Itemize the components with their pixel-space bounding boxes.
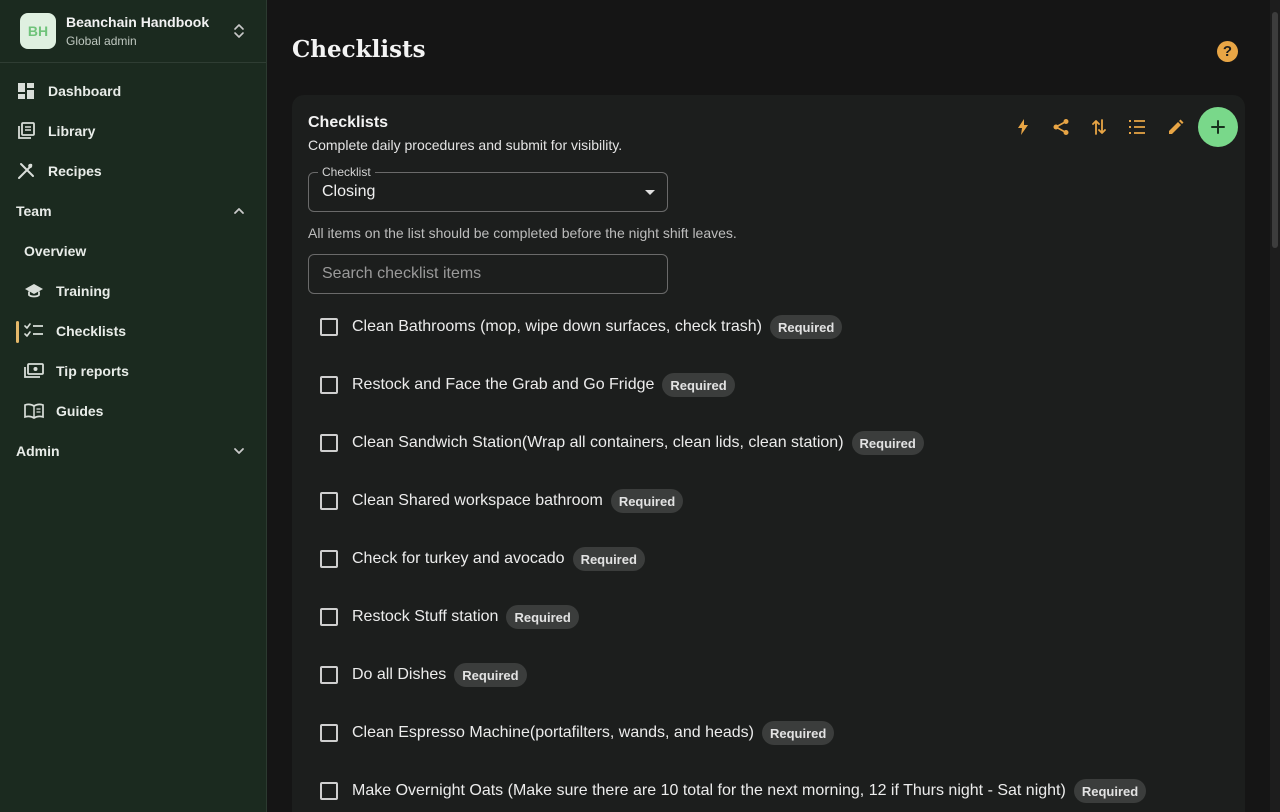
checklist-select[interactable]: Checklist Closing bbox=[308, 165, 668, 212]
org-avatar: BH bbox=[20, 13, 56, 49]
org-info: Beanchain Handbook Global admin bbox=[66, 13, 232, 49]
item-label: Check for turkey and avocado bbox=[352, 550, 565, 567]
list-item: Check for turkey and avocado Required bbox=[308, 530, 1229, 588]
sidebar-item-tip-reports[interactable]: Tip reports bbox=[0, 351, 266, 391]
list-icon[interactable] bbox=[1118, 107, 1156, 147]
chevron-up-icon bbox=[234, 208, 244, 214]
required-badge: Required bbox=[1073, 779, 1147, 803]
required-badge: Required bbox=[454, 663, 527, 687]
sidebar-item-library[interactable]: Library bbox=[0, 111, 266, 151]
item-label: Clean Bathrooms (mop, wipe down surfaces… bbox=[352, 318, 762, 335]
sidebar-item-label: Library bbox=[48, 123, 96, 139]
list-item: Make Overnight Oats (Make sure there are… bbox=[308, 762, 1229, 812]
sidebar-item-checklists[interactable]: Checklists bbox=[0, 311, 266, 351]
item-checkbox[interactable] bbox=[320, 376, 338, 394]
card-subtitle: Complete daily procedures and submit for… bbox=[308, 137, 623, 153]
search-input[interactable] bbox=[308, 254, 668, 294]
item-checkbox[interactable] bbox=[320, 608, 338, 626]
edit-icon[interactable] bbox=[1156, 107, 1194, 147]
card-toolbar bbox=[1004, 107, 1238, 147]
sort-icon[interactable] bbox=[1080, 107, 1118, 147]
sidebar-item-label: Tip reports bbox=[56, 363, 129, 379]
item-label: Clean Sandwich Station(Wrap all containe… bbox=[352, 434, 844, 451]
sidebar-item-label: Training bbox=[56, 283, 111, 299]
library-icon bbox=[16, 121, 36, 141]
sidebar-item-dashboard[interactable]: Dashboard bbox=[0, 71, 266, 111]
item-checkbox[interactable] bbox=[320, 782, 338, 800]
item-label: Clean Shared workspace bathroom bbox=[352, 492, 603, 509]
checklist-select-value: Closing bbox=[322, 183, 376, 200]
sidebar-item-label: Overview bbox=[24, 243, 87, 259]
card-title: Checklists bbox=[308, 114, 389, 131]
sidebar-item-recipes[interactable]: Recipes bbox=[0, 151, 266, 191]
checklist-icon bbox=[24, 321, 44, 341]
item-label: Restock and Face the Grab and Go Fridge bbox=[352, 376, 655, 393]
bolt-icon[interactable] bbox=[1004, 107, 1042, 147]
item-checkbox[interactable] bbox=[320, 724, 338, 742]
item-label: Restock Stuff station bbox=[352, 608, 499, 625]
list-item: Restock Stuff station Required bbox=[308, 588, 1229, 646]
required-badge: Required bbox=[761, 721, 835, 745]
sidebar-section-admin[interactable]: Admin bbox=[0, 431, 266, 471]
checklist-select-label: Checklist bbox=[318, 165, 375, 179]
checklist-description: All items on the list should be complete… bbox=[308, 225, 737, 241]
item-label: Make Overnight Oats (Make sure there are… bbox=[352, 782, 1066, 799]
checklist-items: Clean Bathrooms (mop, wipe down surfaces… bbox=[308, 298, 1229, 812]
sidebar-item-guides[interactable]: Guides bbox=[0, 391, 266, 431]
sidebar-item-label: Checklists bbox=[56, 323, 127, 339]
item-checkbox[interactable] bbox=[320, 492, 338, 510]
required-badge: Required bbox=[769, 315, 843, 339]
utensils-icon bbox=[16, 161, 36, 181]
book-icon bbox=[24, 401, 44, 421]
main-content: Checklists ? Checklists Complete daily p… bbox=[268, 0, 1280, 812]
required-badge: Required bbox=[506, 605, 579, 629]
sidebar-item-label: Recipes bbox=[48, 163, 102, 179]
add-checklist-button[interactable] bbox=[1198, 107, 1238, 147]
item-checkbox[interactable] bbox=[320, 434, 338, 452]
checklist-card: Checklists Complete daily procedures and… bbox=[292, 95, 1245, 812]
unfold-icon[interactable] bbox=[232, 21, 246, 41]
list-item: Restock and Face the Grab and Go Fridge … bbox=[308, 356, 1229, 414]
list-item: Clean Shared workspace bathroom Required bbox=[308, 472, 1229, 530]
sidebar-section-team[interactable]: Team bbox=[0, 191, 266, 231]
required-badge: Required bbox=[610, 489, 684, 513]
page-title: Checklists bbox=[292, 36, 426, 63]
dashboard-icon bbox=[16, 81, 36, 101]
list-item: Clean Sandwich Station(Wrap all containe… bbox=[308, 414, 1229, 472]
org-switcher[interactable]: BH Beanchain Handbook Global admin bbox=[0, 0, 266, 63]
item-label: Do all Dishes bbox=[352, 666, 447, 683]
share-icon[interactable] bbox=[1042, 107, 1080, 147]
item-checkbox[interactable] bbox=[320, 666, 338, 684]
scrollbar-thumb[interactable] bbox=[1272, 12, 1278, 248]
caret-down-icon bbox=[645, 190, 655, 195]
page-scrollbar[interactable] bbox=[1270, 0, 1280, 812]
sidebar-item-label: Guides bbox=[56, 403, 104, 419]
money-icon bbox=[24, 361, 44, 381]
list-item: Clean Espresso Machine(portafilters, wan… bbox=[308, 704, 1229, 762]
add-icon bbox=[1211, 120, 1225, 134]
sidebar-item-training[interactable]: Training bbox=[0, 271, 266, 311]
sidebar: BH Beanchain Handbook Global admin Dashb… bbox=[0, 0, 267, 812]
chevron-down-icon bbox=[234, 448, 244, 454]
sidebar-item-overview[interactable]: Overview bbox=[0, 231, 266, 271]
org-name: Beanchain Handbook bbox=[66, 14, 210, 30]
org-role: Global admin bbox=[66, 34, 137, 48]
list-item: Clean Bathrooms (mop, wipe down surfaces… bbox=[308, 298, 1229, 356]
sidebar-nav: Dashboard Library Recipes Team Overview … bbox=[0, 63, 266, 471]
school-icon bbox=[24, 281, 44, 301]
required-badge: Required bbox=[851, 431, 924, 455]
required-badge: Required bbox=[572, 547, 645, 571]
sidebar-item-label: Dashboard bbox=[48, 83, 122, 99]
item-label: Clean Espresso Machine(portafilters, wan… bbox=[352, 724, 754, 741]
section-label: Team bbox=[16, 203, 52, 219]
required-badge: Required bbox=[662, 373, 735, 397]
item-checkbox[interactable] bbox=[320, 550, 338, 568]
list-item: Do all Dishes Required bbox=[308, 646, 1229, 704]
item-checkbox[interactable] bbox=[320, 318, 338, 336]
section-label: Admin bbox=[16, 443, 60, 459]
help-icon[interactable]: ? bbox=[1217, 41, 1238, 62]
